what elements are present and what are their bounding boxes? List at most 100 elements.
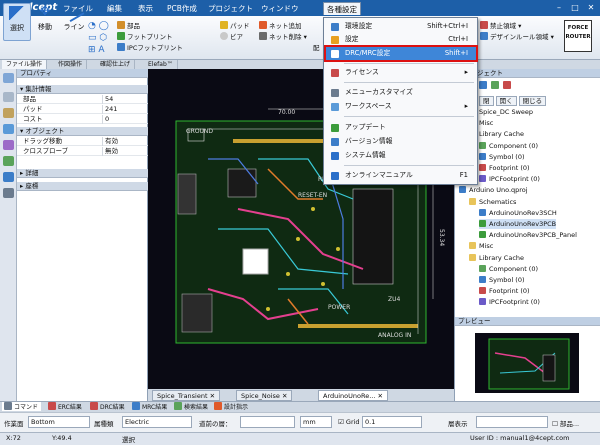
- menu-pcb[interactable]: PCB作成: [164, 2, 200, 15]
- tab-draw-ops[interactable]: 作図操作: [54, 60, 88, 69]
- via-button[interactable]: ビア: [220, 32, 260, 43]
- arc-icon[interactable]: ◔ ◯: [88, 20, 116, 32]
- menu-item-customize[interactable]: メニューカスタマイズ: [326, 86, 476, 99]
- menu-item-update[interactable]: アップデート: [326, 121, 476, 134]
- measure-tool-icon[interactable]: [3, 140, 14, 150]
- tab-file-ops[interactable]: ファイル操作: [2, 60, 48, 69]
- menu-item-online-manual[interactable]: オンラインマニュアル F1: [326, 169, 476, 182]
- tab-elefab[interactable]: Elefab™: [144, 60, 178, 69]
- text-icon[interactable]: ⊞ A: [88, 44, 116, 56]
- tree-item[interactable]: Component (0): [479, 264, 538, 274]
- tree-item[interactable]: Footprint (0): [479, 163, 530, 173]
- select-tool-icon[interactable]: [3, 92, 14, 102]
- tab-check-finish[interactable]: 確認仕上げ: [96, 60, 136, 69]
- menu-window[interactable]: ウィンドウ: [258, 2, 302, 15]
- doc-tab-arduino-pcb[interactable]: ArduinoUnoRe... ✕: [318, 390, 388, 401]
- menu-item-preferences[interactable]: 環境設定 Shift+Ctrl+I: [326, 20, 476, 33]
- close-icon[interactable]: ✕: [584, 2, 598, 13]
- prop-row-crossprobe[interactable]: クロスプローブ 無効: [17, 147, 148, 156]
- tree-item[interactable]: IPCFootprint (0): [479, 297, 540, 307]
- tree-item[interactable]: Footprint (0): [479, 286, 530, 296]
- force-router-button[interactable]: FORCE ROUTER: [564, 20, 592, 52]
- tab-design-instruction[interactable]: 設計指示: [212, 402, 251, 411]
- part-display-checkbox[interactable]: ☐ 部品...: [552, 418, 579, 428]
- project-icon-2[interactable]: [491, 81, 500, 89]
- layer-tool-icon[interactable]: [3, 108, 14, 118]
- collapse-button[interactable]: 閉: [479, 96, 494, 106]
- forbid-area-button[interactable]: 禁止領域 ▾: [480, 21, 560, 32]
- summary-header[interactable]: ▾ 集計情報: [17, 85, 148, 94]
- tab-drc[interactable]: DRC結果: [88, 402, 128, 411]
- gear-icon[interactable]: [3, 188, 14, 198]
- system-info-icon: [331, 152, 339, 160]
- detail-header[interactable]: ▸ 詳細: [17, 169, 148, 178]
- left-tool-strip: [0, 69, 17, 401]
- previous-layer-select[interactable]: [240, 416, 295, 428]
- doc-tab-spice-noise[interactable]: Spice_Noise ✕: [236, 390, 293, 401]
- tree-item-label: ArduinoUnoRev3PCB: [489, 220, 557, 228]
- tree-item[interactable]: IPCFootprint (0): [479, 174, 540, 184]
- menu-item-version[interactable]: バージョン情報: [326, 135, 476, 148]
- menu-item-drc-mrc-settings[interactable]: DRC/MRC設定 Shift+I: [324, 45, 478, 62]
- tree-item[interactable]: Schematics: [469, 197, 516, 207]
- type-select[interactable]: Electric: [122, 416, 192, 428]
- open-button[interactable]: 開く: [495, 96, 517, 106]
- line-button[interactable]: ライン: [60, 1, 88, 41]
- footprint-button[interactable]: フットプリント: [117, 32, 207, 43]
- tree-item[interactable]: Spice_DC Sweep: [469, 107, 533, 117]
- rect-icon[interactable]: ▭ ⬡: [88, 32, 116, 44]
- ipc-footprint-button[interactable]: IPCフットプリント: [117, 43, 207, 54]
- close-button[interactable]: 閉じる: [518, 96, 547, 106]
- menu-item-workspace[interactable]: ワークスペース ▸: [326, 100, 476, 113]
- select-button[interactable]: 選択: [3, 3, 31, 41]
- unit-select[interactable]: mm: [300, 416, 332, 428]
- grid-tool-icon[interactable]: [3, 124, 14, 134]
- preview-canvas[interactable]: [475, 333, 579, 393]
- tab-command[interactable]: コマンド: [2, 402, 42, 411]
- layer-select[interactable]: Bottom: [28, 416, 90, 428]
- prop-row-drag[interactable]: ドラッグ移動 有効: [17, 137, 148, 146]
- net-delete-button[interactable]: ネット削除 ▾: [259, 32, 319, 43]
- panel-toggle-icon[interactable]: [3, 73, 14, 83]
- grid-select[interactable]: 0.1: [362, 416, 422, 428]
- menu-item-system-info[interactable]: システム情報: [326, 149, 476, 162]
- tree-item[interactable]: Arduino Uno.qproj: [459, 185, 528, 195]
- tree-item[interactable]: Library Cache: [469, 253, 524, 263]
- menu-item-settings[interactable]: 設定 Ctrl+I: [326, 33, 476, 46]
- menu-edit[interactable]: 編集: [104, 2, 125, 15]
- grid-checkbox[interactable]: ☑ Grid: [338, 418, 360, 426]
- tree-item[interactable]: Misc: [469, 241, 493, 251]
- tree-item[interactable]: ArduinoUnoRev3SCH: [479, 208, 557, 218]
- coord-header[interactable]: ▸ 座標: [17, 182, 148, 191]
- minimize-icon[interactable]: –: [552, 2, 566, 13]
- search-icon[interactable]: [3, 172, 14, 182]
- tab-search[interactable]: 検索結果: [172, 402, 211, 411]
- tab-erc[interactable]: ERC結果: [46, 402, 85, 411]
- maximize-icon[interactable]: □: [568, 2, 582, 13]
- tree-item[interactable]: ArduinoUnoRev3PCB_Panel: [479, 230, 577, 240]
- pad-button[interactable]: パッド: [220, 21, 260, 32]
- tree-item[interactable]: Symbol (0): [479, 152, 525, 162]
- design-rule-area-button[interactable]: デザインルール領域 ▾: [480, 32, 560, 43]
- tree-item[interactable]: ArduinoUnoRev3PCB: [479, 219, 557, 229]
- parts-button[interactable]: 部品: [117, 21, 207, 32]
- tree-item[interactable]: Symbol (0): [479, 275, 525, 285]
- side-display-select[interactable]: [476, 416, 548, 428]
- regulator: [242, 248, 269, 275]
- move-button[interactable]: ✥ 移動: [31, 3, 59, 41]
- doc-tab-spice-transient[interactable]: Spice_Transient ✕: [152, 390, 221, 401]
- menu-separator: [344, 165, 474, 166]
- menu-view[interactable]: 表示: [135, 2, 156, 15]
- object-header[interactable]: ▾ オブジェクト: [17, 127, 148, 136]
- menu-project[interactable]: プロジェクト: [205, 2, 256, 15]
- menu-item-license[interactable]: ライセンス ▸: [326, 66, 476, 79]
- tab-mrc[interactable]: MRC結果: [130, 402, 170, 411]
- project-icon-3[interactable]: [503, 81, 512, 89]
- tree-item[interactable]: Component (0): [479, 141, 538, 151]
- zoom-tool-icon[interactable]: [3, 156, 14, 166]
- net-add-button[interactable]: ネット追加: [259, 21, 319, 32]
- menu-settings[interactable]: 各種設定: [323, 2, 361, 15]
- tree-item-label: Component (0): [489, 141, 539, 150]
- project-icon-1[interactable]: [479, 81, 487, 89]
- tree-item-label: Misc: [479, 119, 494, 128]
